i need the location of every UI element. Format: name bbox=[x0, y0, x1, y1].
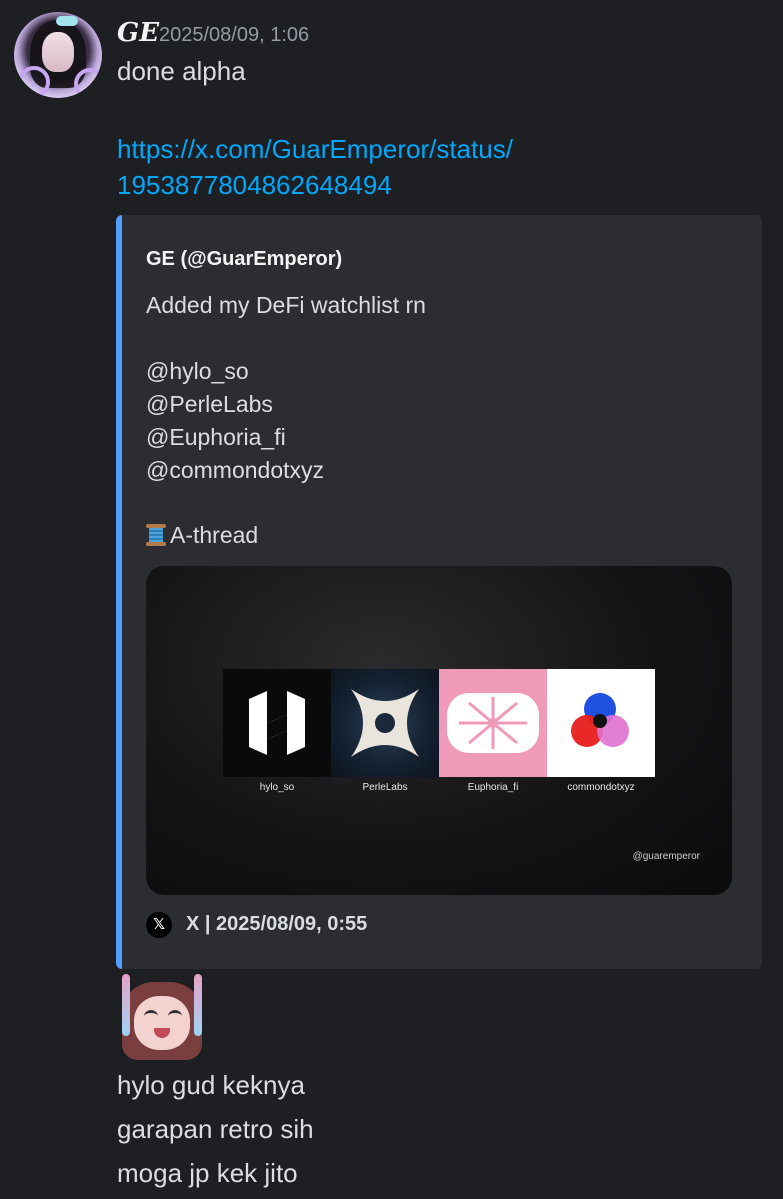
message-text: moga jp kek jito bbox=[117, 1158, 298, 1188]
perlelabs-logo-tile bbox=[331, 669, 439, 777]
hylo-logo-tile bbox=[223, 669, 331, 777]
glowstick-icon bbox=[122, 974, 130, 1036]
avatar-face bbox=[42, 32, 74, 72]
embed-text-line: Added my DeFi watchlist rn bbox=[146, 292, 426, 318]
tweet-link[interactable]: https://x.com/GuarEmperor/status/ bbox=[117, 131, 513, 167]
tile-label: hylo_so bbox=[259, 782, 295, 793]
common-circles-icon bbox=[571, 693, 629, 747]
tile-label: commondotxyz bbox=[567, 782, 635, 793]
tweet-link-continued[interactable]: 1953877804862648494 bbox=[117, 167, 392, 203]
message-text: garapan retro sih bbox=[117, 1114, 314, 1144]
avatar-ring bbox=[74, 68, 102, 98]
embed-mention[interactable]: @hylo_so bbox=[146, 358, 249, 385]
euphoria-logo-tile bbox=[439, 669, 547, 777]
tile-label: Euphoria_fi bbox=[467, 782, 519, 793]
sticker-eye bbox=[168, 1010, 182, 1023]
link-embed: GE (@GuarEmperor) Added my DeFi watchlis… bbox=[116, 215, 762, 969]
common-logo-tile bbox=[547, 669, 655, 777]
embed-author[interactable]: GE (@GuarEmperor) bbox=[146, 248, 342, 271]
sticker-face bbox=[134, 996, 190, 1050]
message-text: hylo gud keknya bbox=[117, 1070, 305, 1100]
sticker-eye bbox=[144, 1010, 158, 1023]
avatar-bow bbox=[56, 16, 78, 26]
perlelabs-star-icon bbox=[351, 689, 419, 757]
embed-footer: X | 2025/08/09, 0:55 bbox=[186, 913, 368, 935]
embed-mention[interactable]: @commondotxyz bbox=[146, 457, 324, 484]
tile-label: PerleLabs bbox=[362, 782, 408, 793]
avatar-ring bbox=[18, 66, 50, 98]
message-author[interactable]: GE bbox=[117, 18, 159, 48]
euphoria-star-icon bbox=[447, 693, 539, 753]
embed-mention[interactable]: @Euphoria_fi bbox=[146, 424, 286, 451]
hylo-logo-icon bbox=[249, 691, 305, 755]
glowstick-icon bbox=[194, 974, 202, 1036]
embed-mention[interactable]: @PerleLabs bbox=[146, 391, 273, 418]
image-watermark: @guaremperor bbox=[632, 851, 700, 862]
embed-thread-line: A-thread bbox=[146, 522, 258, 549]
x-logo-icon: 𝕏 bbox=[146, 912, 172, 938]
user-avatar[interactable] bbox=[14, 12, 102, 98]
anime-sticker[interactable] bbox=[116, 974, 208, 1060]
spool-of-thread-icon bbox=[146, 524, 166, 546]
embed-image[interactable]: hylo_so PerleLabs Euphoria_fi commondotx… bbox=[146, 566, 732, 895]
message-text: done alpha bbox=[117, 56, 246, 86]
embed-thread-text: A-thread bbox=[170, 522, 259, 548]
message-timestamp: 2025/08/09, 1:06 bbox=[159, 24, 310, 46]
